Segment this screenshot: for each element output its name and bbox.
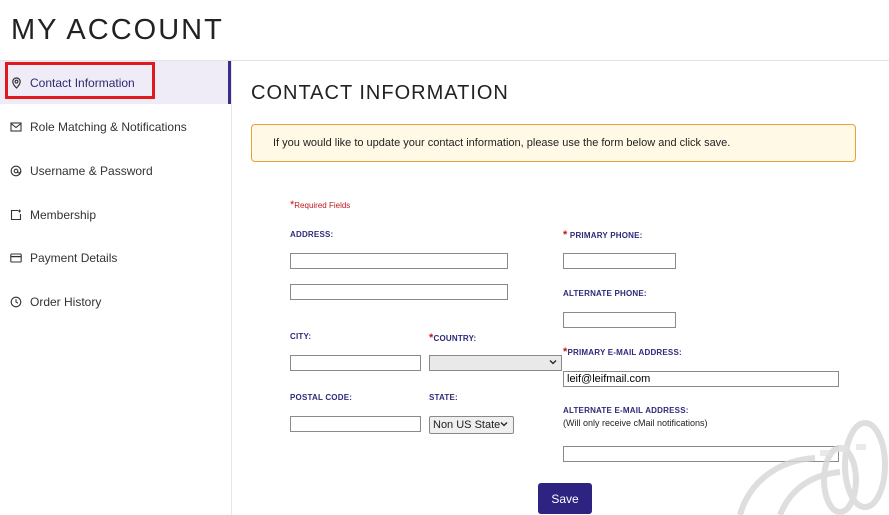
alternate-phone-input[interactable] <box>563 312 676 328</box>
envelope-icon <box>10 121 22 133</box>
postal-code-label: POSTAL CODE: <box>290 393 353 402</box>
sidebar-item-contact-information[interactable]: Contact Information <box>0 61 231 104</box>
membership-icon <box>10 209 22 221</box>
notice-text: If you would like to update your contact… <box>273 137 731 149</box>
page-title: MY ACCOUNT <box>11 14 224 46</box>
city-input[interactable] <box>290 355 421 371</box>
city-label: CITY: <box>290 332 312 341</box>
sidebar-item-membership[interactable]: Membership <box>0 193 231 236</box>
sidebar-item-label: Role Matching & Notifications <box>30 119 187 134</box>
address-line2-input[interactable] <box>290 284 508 300</box>
sidebar-item-label: Membership <box>30 207 97 222</box>
primary-email-input[interactable] <box>563 371 839 387</box>
history-icon <box>10 296 22 308</box>
alternate-email-input[interactable] <box>563 446 839 462</box>
sidebar-item-label: Username & Password <box>30 163 153 178</box>
state-select[interactable]: Non US State <box>429 416 514 434</box>
section-title: CONTACT INFORMATION <box>251 82 509 104</box>
chevron-down-icon <box>548 357 558 370</box>
primary-phone-label: * PRIMARY PHONE: <box>563 229 643 241</box>
sidebar-item-label: Payment Details <box>30 250 118 265</box>
decorative-background-graphic <box>737 420 888 515</box>
state-label: STATE: <box>429 393 458 402</box>
alternate-phone-label: ALTERNATE PHONE: <box>563 289 647 298</box>
credit-card-icon <box>10 252 22 264</box>
location-pin-icon <box>10 76 22 89</box>
state-selected-value: Non US State <box>433 419 501 431</box>
required-fields-note: *Required Fields <box>290 199 351 211</box>
address-line1-input[interactable] <box>290 253 508 269</box>
sidebar-item-label: Contact Information <box>30 75 135 90</box>
at-sign-icon <box>10 165 22 177</box>
info-notice: If you would like to update your contact… <box>251 124 856 162</box>
address-label: ADDRESS: <box>290 230 334 239</box>
alternate-email-note: (Will only receive cMail notifications) <box>563 418 708 428</box>
save-button[interactable]: Save <box>538 483 592 514</box>
sidebar-item-order-history[interactable]: Order History <box>0 280 231 323</box>
country-select[interactable] <box>429 355 562 371</box>
sidebar-item-role-matching[interactable]: Role Matching & Notifications <box>0 105 231 148</box>
sidebar-item-payment-details[interactable]: Payment Details <box>0 236 231 279</box>
sidebar-item-label: Order History <box>30 294 102 309</box>
alternate-email-label: ALTERNATE E-MAIL ADDRESS: <box>563 406 689 415</box>
sidebar: Contact Information Role Matching & Noti… <box>0 61 232 515</box>
primary-email-label: *PRIMARY E-MAIL ADDRESS: <box>563 346 682 358</box>
chevron-down-icon <box>499 419 509 432</box>
primary-phone-input[interactable] <box>563 253 676 269</box>
sidebar-item-username-password[interactable]: Username & Password <box>0 149 231 192</box>
country-label: *COUNTRY: <box>429 332 477 344</box>
postal-code-input[interactable] <box>290 416 421 432</box>
